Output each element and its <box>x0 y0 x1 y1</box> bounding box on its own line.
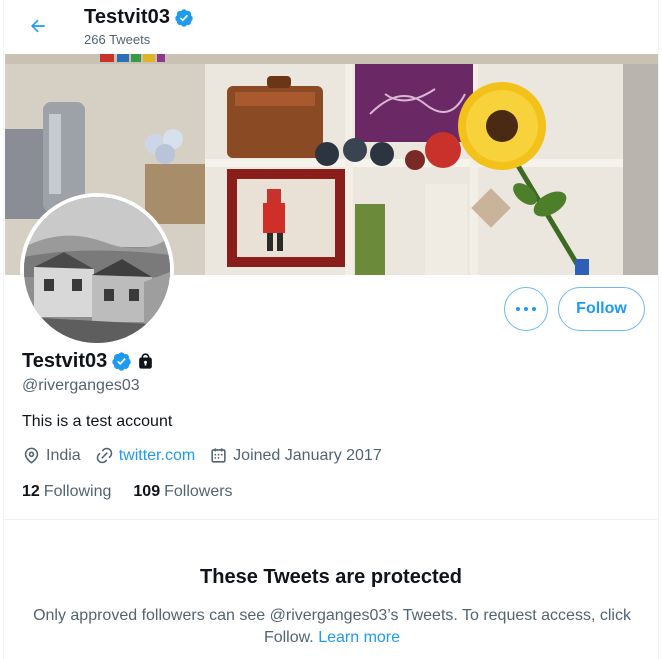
header-tweet-count: 266 Tweets <box>84 32 151 47</box>
followers-link[interactable]: 109 Followers <box>133 483 232 501</box>
protected-message-block: Only approved followers can see @riverga… <box>28 605 636 649</box>
section-divider <box>4 519 658 520</box>
website-link[interactable]: twitter.com <box>119 447 195 465</box>
profile-bio: This is a test account <box>22 413 173 430</box>
header-name: Testvit03 <box>84 6 171 28</box>
profile-website: twitter.com <box>95 446 195 465</box>
followers-label: Followers <box>164 483 233 500</box>
followers-count: 109 <box>133 483 161 500</box>
more-dot <box>524 307 528 311</box>
profile-name: Testvit03 <box>22 350 108 372</box>
learn-more-link[interactable]: Learn more <box>318 629 400 646</box>
calendar-icon <box>211 448 226 463</box>
profile-header: Testvit03 266 Tweets <box>4 0 658 53</box>
follow-stats: 12 Following 109 Followers <box>22 483 255 501</box>
following-label: Following <box>43 483 112 500</box>
more-dots-icon <box>516 307 520 311</box>
location-pin-icon <box>24 447 39 464</box>
follow-button[interactable]: Follow <box>558 287 645 331</box>
avatar-image <box>24 197 170 343</box>
verified-badge-icon <box>175 8 193 27</box>
link-icon <box>96 447 112 464</box>
profile-joined: Joined January 2017 <box>209 446 382 465</box>
profile-handle: @riverganges03 <box>22 377 140 394</box>
joined-text: Joined January 2017 <box>233 446 382 464</box>
following-link[interactable]: 12 Following <box>22 483 111 501</box>
arrow-left-icon <box>30 19 45 33</box>
protected-title: These Tweets are protected <box>200 566 462 588</box>
profile-location: India <box>22 446 81 465</box>
following-count: 12 <box>22 483 40 500</box>
header-title-row: Testvit03 <box>84 6 194 29</box>
location-text: India <box>46 446 81 464</box>
more-options-button[interactable] <box>504 287 548 331</box>
profile-name-row: Testvit03 <box>22 350 155 373</box>
profile-meta: India twitter.com Joined January 2017 <box>22 446 396 465</box>
back-button[interactable] <box>20 8 56 44</box>
profile-page: Testvit03 266 Tweets Follow Testvit03 @r… <box>3 0 659 659</box>
verified-badge-icon <box>112 352 131 371</box>
lock-icon <box>139 353 153 369</box>
more-dot <box>532 307 536 311</box>
profile-avatar[interactable] <box>20 193 174 347</box>
